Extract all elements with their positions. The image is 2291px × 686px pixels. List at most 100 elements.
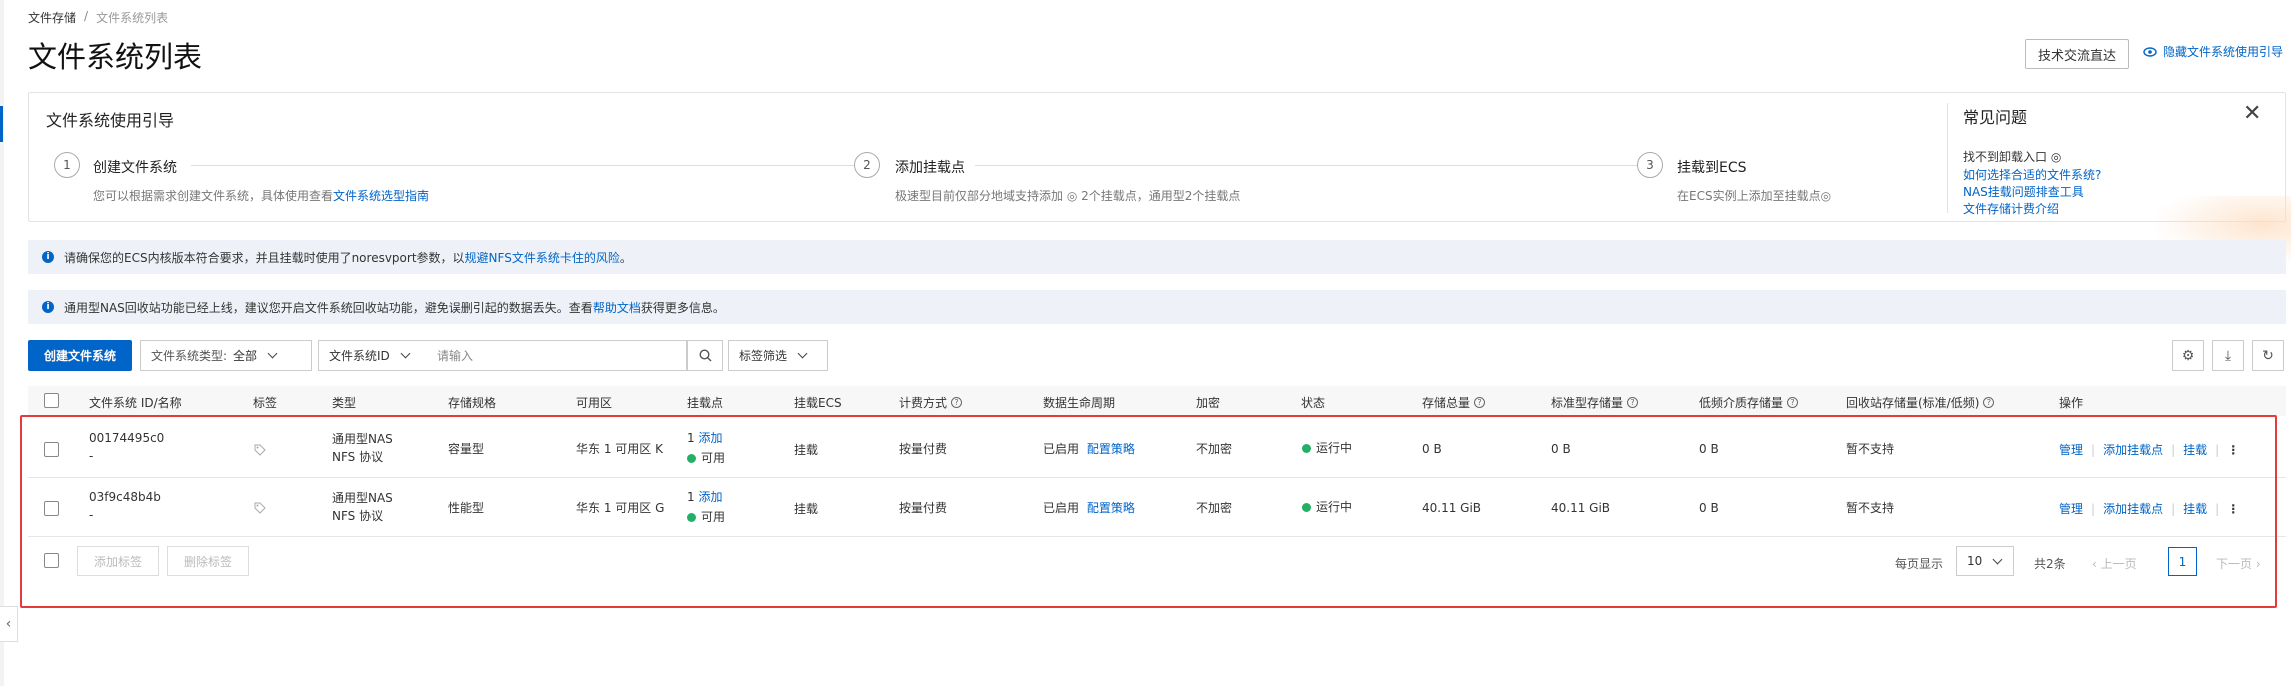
prev-page-button[interactable]: ‹ 上一页 — [2092, 555, 2137, 572]
next-page-button[interactable]: 下一页 › — [2216, 555, 2261, 572]
refresh-icon: ↻ — [2262, 347, 2274, 364]
search-button[interactable] — [687, 340, 723, 371]
mount-ecs-link[interactable]: 挂载 — [794, 501, 818, 518]
faq-item-billing[interactable]: 文件存储计费介绍 — [1963, 200, 2059, 217]
left-rail-active-marker — [0, 106, 3, 142]
step-3-desc: 在ECS实例上添加至挂载点◎ — [1677, 189, 1832, 203]
step-1-number: 1 — [54, 152, 80, 178]
row-checkbox[interactable] — [44, 501, 59, 516]
add-mount-point-link[interactable]: 添加挂载点 — [2103, 502, 2163, 516]
help-icon[interactable]: ? — [1474, 397, 1486, 408]
create-filesystem-button[interactable]: 创建文件系统 — [28, 340, 132, 371]
more-actions-icon[interactable]: ⋮ — [2227, 443, 2239, 457]
help-icon[interactable]: ? — [1983, 397, 1995, 408]
configure-policy-link[interactable]: 配置策略 — [1087, 442, 1135, 456]
billing-method: 按量付费 — [899, 442, 948, 456]
col-ops: 操作 — [2059, 396, 2084, 410]
mount-point-count: 1 添加 — [687, 489, 722, 506]
mount-link[interactable]: 挂载 — [2183, 443, 2207, 457]
chevron-down-icon — [400, 348, 411, 359]
filesystem-id-link[interactable]: 00174495c0 — [89, 430, 164, 447]
action-separator: | — [2215, 443, 2220, 457]
bulk-select-checkbox[interactable] — [44, 553, 59, 568]
mount-count: 1 — [687, 490, 695, 504]
usage-guide-panel: 文件系统使用引导 1 创建文件系统 您可以根据需求创建文件系统，具体使用查看文件… — [28, 92, 2286, 222]
select-all-checkbox[interactable] — [44, 393, 59, 408]
row-actions: 管理 | 添加挂载点 | 挂载 | ⋮ — [2059, 442, 2239, 459]
check-icon — [687, 513, 696, 522]
manage-link[interactable]: 管理 — [2059, 502, 2083, 516]
configure-policy-link[interactable]: 配置策略 — [1087, 501, 1135, 515]
mount-status: 可用 — [687, 450, 725, 467]
type-line2: NFS 协议 — [332, 450, 384, 464]
search-input[interactable] — [425, 340, 687, 371]
hide-guide-link[interactable]: 隐藏文件系统使用引导 — [2143, 43, 2283, 60]
info-icon: i — [42, 301, 54, 313]
notice-kernel-link[interactable]: 规避NFS文件系统卡住的风险 — [465, 249, 620, 266]
notice-kernel: i 请确保您的ECS内核版本符合要求，并且挂载时使用了noresvport参数，… — [28, 240, 2286, 274]
page-size-select[interactable]: 10 — [1956, 546, 2014, 576]
refresh-button[interactable]: ↻ — [2252, 340, 2284, 371]
col-standard: 标准型存储量? — [1551, 394, 1639, 411]
breadcrumb-root[interactable]: 文件存储 — [28, 9, 76, 26]
help-icon[interactable]: ? — [951, 397, 963, 408]
filesystem-id-label: 文件系统ID — [329, 349, 390, 363]
add-mount-point-link[interactable]: 添加挂载点 — [2103, 443, 2163, 457]
col-tag: 标签 — [253, 396, 278, 410]
tech-exchange-button[interactable]: 技术交流直达 — [2025, 39, 2129, 69]
type-line1: 通用型NAS — [332, 491, 393, 505]
col-mount: 挂载点 — [687, 396, 724, 410]
col-type: 类型 — [332, 396, 357, 410]
collapse-sidebar-toggle[interactable]: ‹ — [0, 606, 18, 642]
tag-icon[interactable] — [254, 444, 266, 456]
selection-guide-link[interactable]: 文件系统选型指南 — [333, 189, 429, 203]
filesystem-type-label: 文件系统类型: — [151, 349, 228, 363]
filesystem-name: - — [89, 508, 94, 522]
lifecycle-status: 已启用 — [1043, 442, 1080, 456]
low-freq-storage: 0 B — [1699, 442, 1719, 456]
delete-tag-button[interactable]: 删除标签 — [167, 546, 249, 576]
mount-status-label: 可用 — [701, 451, 726, 465]
page-1-button[interactable]: 1 — [2168, 547, 2197, 576]
manage-link[interactable]: 管理 — [2059, 443, 2083, 457]
close-guide-icon[interactable]: ✕ — [2243, 101, 2261, 126]
row-divider — [28, 477, 2286, 478]
col-lifecycle: 数据生命周期 — [1043, 396, 1116, 410]
col-low-label: 低频介质存储量 — [1699, 396, 1784, 410]
help-icon[interactable]: ? — [1627, 397, 1639, 408]
filesystem-id-link[interactable]: 03f9c48b4b — [89, 489, 161, 506]
mount-link[interactable]: 挂载 — [2183, 502, 2207, 516]
notice-recycle-link[interactable]: 帮助文档 — [593, 299, 641, 316]
settings-button[interactable]: ⚙ — [2172, 340, 2204, 371]
faq-item-choose[interactable]: 如何选择合适的文件系统? — [1963, 166, 2101, 183]
faq-item-uninstall[interactable]: 找不到卸载入口 ◎ — [1963, 148, 2061, 165]
eye-icon — [2143, 46, 2157, 57]
filesystem-type-select[interactable]: 文件系统类型: 全部 — [140, 340, 312, 371]
per-page-label: 每页显示 — [1895, 557, 1944, 571]
add-mount-link[interactable]: 添加 — [698, 490, 722, 504]
notice-recycle-text: 通用型NAS回收站功能已经上线，建议您开启文件系统回收站功能，避免误删引起的数据… — [64, 300, 593, 315]
notice-recycle-end: 获得更多信息。 — [640, 300, 725, 315]
filesystem-type-value: 全部 — [233, 349, 258, 363]
row-actions: 管理 | 添加挂载点 | 挂载 | ⋮ — [2059, 501, 2239, 518]
faq-item-troubleshoot[interactable]: NAS挂载问题排查工具 — [1963, 183, 2084, 200]
tag-icon[interactable] — [254, 502, 266, 514]
info-icon: i — [42, 251, 54, 263]
prev-page-label: 上一页 — [2100, 557, 2137, 571]
download-button[interactable]: ⤓ — [2212, 340, 2244, 371]
col-zone: 可用区 — [576, 396, 613, 410]
breadcrumb-current: 文件系统列表 — [96, 11, 169, 25]
encryption: 不加密 — [1196, 442, 1233, 456]
col-standard-label: 标准型存储量 — [1551, 396, 1624, 410]
mount-ecs-link[interactable]: 挂载 — [794, 442, 818, 459]
step-1-title: 创建文件系统 — [93, 160, 177, 176]
add-mount-link[interactable]: 添加 — [698, 431, 722, 445]
filesystem-id-select[interactable]: 文件系统ID — [318, 340, 426, 371]
row-checkbox[interactable] — [44, 442, 59, 457]
more-actions-icon[interactable]: ⋮ — [2227, 502, 2239, 516]
tag-filter-select[interactable]: 标签筛选 — [728, 340, 828, 371]
col-total-label: 存储总量 — [1422, 396, 1471, 410]
add-tag-button[interactable]: 添加标签 — [77, 546, 159, 576]
help-icon[interactable]: ? — [1787, 397, 1799, 408]
table-header: 文件系统 ID/名称 标签 类型 存储规格 可用区 挂载点 挂载ECS 计费方式… — [28, 386, 2286, 416]
